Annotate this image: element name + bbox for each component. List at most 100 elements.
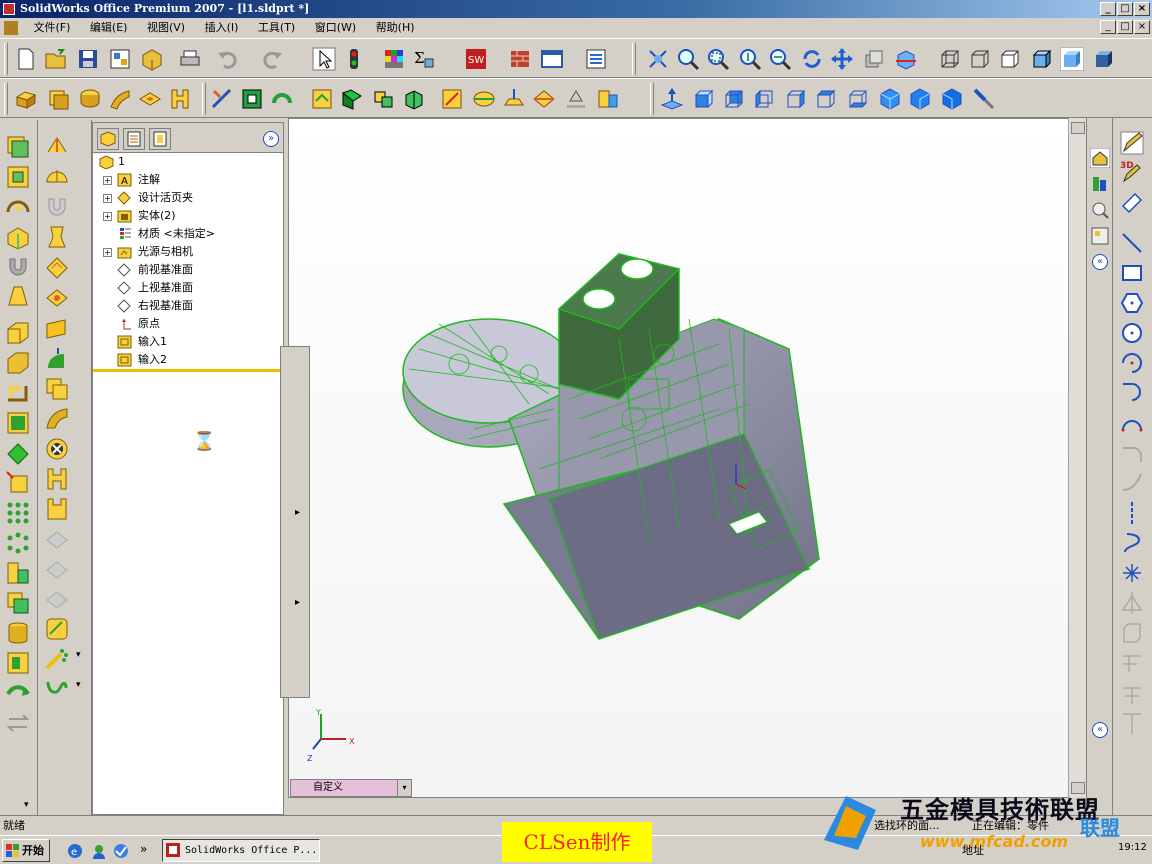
polygon-icon[interactable] xyxy=(1119,290,1145,316)
splitter-arrow[interactable]: ▸ xyxy=(295,597,300,608)
ie-icon[interactable]: e xyxy=(66,842,84,860)
dome-icon[interactable] xyxy=(310,87,334,111)
menu-window[interactable]: 窗口(W) xyxy=(307,18,364,38)
disabled-c-icon[interactable] xyxy=(44,586,70,612)
spline-icon[interactable] xyxy=(1119,530,1145,556)
brick-wall-icon[interactable] xyxy=(508,47,532,71)
messenger-icon[interactable] xyxy=(90,842,108,860)
tree-root[interactable]: 1 xyxy=(75,153,265,171)
zoom-in-out-icon[interactable] xyxy=(738,47,762,71)
normal-to-icon[interactable] xyxy=(660,87,684,111)
trim-entities-icon[interactable] xyxy=(1119,650,1145,676)
hidden-lines-removed-icon[interactable] xyxy=(998,47,1022,71)
shell-tool-icon[interactable] xyxy=(44,496,70,522)
home-icon[interactable] xyxy=(1090,148,1110,168)
revolved-boss-icon[interactable] xyxy=(46,87,70,111)
section-view-icon[interactable] xyxy=(894,47,918,71)
swept-boss-icon[interactable] xyxy=(78,87,102,111)
centerpoint-arc-icon[interactable] xyxy=(1119,350,1145,376)
tree-item-import2[interactable]: 输入2 xyxy=(93,351,283,369)
tree-item-front-plane[interactable]: 前视基准面 xyxy=(93,261,283,279)
graphics-scrollbar[interactable] xyxy=(1068,118,1086,798)
more-tools-arrow[interactable]: ▾ xyxy=(24,800,29,810)
menu-tools[interactable]: 工具(T) xyxy=(250,18,303,38)
save-icon[interactable] xyxy=(76,47,100,71)
tree-item-solid-bodies[interactable]: + 实体(2) xyxy=(93,207,283,225)
rib-icon[interactable] xyxy=(138,87,162,111)
make-assembly-icon[interactable] xyxy=(140,47,164,71)
disabled-tool-icon[interactable] xyxy=(5,710,31,736)
top-view-icon[interactable] xyxy=(814,87,838,111)
centerline-icon[interactable] xyxy=(1119,500,1145,526)
extend-entities-icon[interactable] xyxy=(1119,680,1145,706)
rib-feature-icon[interactable] xyxy=(44,284,70,310)
toolbar-grip[interactable] xyxy=(4,43,8,75)
tree-item-top-plane[interactable]: 上视基准面 xyxy=(93,279,283,297)
dimetric-view-icon[interactable] xyxy=(940,87,964,111)
plane-icon[interactable] xyxy=(44,316,70,342)
combine-icon[interactable] xyxy=(5,590,31,616)
boss-extrude-icon[interactable] xyxy=(5,134,31,160)
view-selector-icon[interactable] xyxy=(972,87,996,111)
curve-dropdown-arrow[interactable]: ▾ xyxy=(76,680,81,690)
expand-toggle[interactable]: + xyxy=(103,212,112,221)
panel-splitter[interactable]: ▸ ▸ xyxy=(280,346,310,698)
curve-spline-icon[interactable] xyxy=(44,676,70,702)
magnet-disabled-icon[interactable] xyxy=(44,194,70,220)
scroll-up-button[interactable] xyxy=(1071,122,1085,134)
insert-part-icon[interactable] xyxy=(596,87,620,111)
scale-icon[interactable] xyxy=(440,87,464,111)
deform-icon[interactable] xyxy=(532,87,556,111)
view-orientation-icon[interactable] xyxy=(646,47,670,71)
curve-box-icon[interactable] xyxy=(44,616,70,642)
maximize-button[interactable]: □ xyxy=(1117,2,1133,16)
bottom-view-icon[interactable] xyxy=(846,87,870,111)
splitter-arrow[interactable]: ▸ xyxy=(295,507,300,518)
sketch-chamfer-icon[interactable] xyxy=(1119,470,1145,496)
tree-item-design-binder[interactable]: + 设计活页夹 xyxy=(93,189,283,207)
delete-face-icon[interactable] xyxy=(44,436,70,462)
hatch-plate-icon[interactable] xyxy=(44,254,70,280)
wireframe-icon[interactable] xyxy=(938,47,962,71)
combo-arrow-icon[interactable]: ▾ xyxy=(397,780,411,796)
start-button[interactable]: 开始 xyxy=(2,839,50,862)
surface-fill-icon[interactable] xyxy=(5,440,31,466)
green-box-icon[interactable] xyxy=(5,410,31,436)
file-explorer-icon[interactable] xyxy=(1090,200,1110,220)
tower-hole[interactable] xyxy=(582,288,616,310)
point-icon[interactable] xyxy=(1119,560,1145,586)
chamfer-icon[interactable] xyxy=(240,87,264,111)
offset-surface-icon[interactable] xyxy=(340,87,364,111)
fillet-icon[interactable] xyxy=(210,87,234,111)
offset-entities-icon[interactable] xyxy=(1119,620,1145,646)
quicklaunch-more[interactable]: » xyxy=(140,842,147,856)
hidden-lines-visible-icon[interactable] xyxy=(968,47,992,71)
graphics-area[interactable]: Y X Z xyxy=(288,118,1088,798)
edit-color-icon[interactable] xyxy=(382,47,406,71)
undo-icon[interactable] xyxy=(216,47,240,71)
flex-icon[interactable] xyxy=(502,87,526,111)
disabled-b-icon[interactable] xyxy=(44,556,70,582)
expand-toggle[interactable]: + xyxy=(103,194,112,203)
left-view-icon[interactable] xyxy=(752,87,776,111)
zoom-to-area-icon[interactable] xyxy=(706,47,730,71)
draft-icon[interactable] xyxy=(270,87,294,111)
window-tile-icon[interactable] xyxy=(540,47,564,71)
doc-close-button[interactable]: × xyxy=(1134,20,1150,34)
new-file-icon[interactable] xyxy=(14,47,38,71)
front-view-icon[interactable] xyxy=(692,87,716,111)
collapse-panel-button[interactable]: » xyxy=(263,131,279,147)
move-face-icon[interactable] xyxy=(372,87,396,111)
indent-icon[interactable] xyxy=(564,87,588,111)
tree-item-annotations[interactable]: + A 注解 xyxy=(93,171,283,189)
wrap-icon[interactable] xyxy=(5,680,31,706)
cut-extrude-icon[interactable] xyxy=(5,164,31,190)
sketch-fillet-icon[interactable] xyxy=(1119,440,1145,466)
pattern-dots-icon[interactable] xyxy=(5,500,31,526)
tree-item-import1[interactable]: 输入1 xyxy=(93,333,283,351)
rotate-view-icon[interactable] xyxy=(800,47,824,71)
doc-minimize-button[interactable]: _ xyxy=(1100,20,1116,34)
fillet-feature-icon[interactable] xyxy=(5,380,31,406)
right-view-icon[interactable] xyxy=(784,87,808,111)
toolbar-grip[interactable] xyxy=(632,43,636,75)
